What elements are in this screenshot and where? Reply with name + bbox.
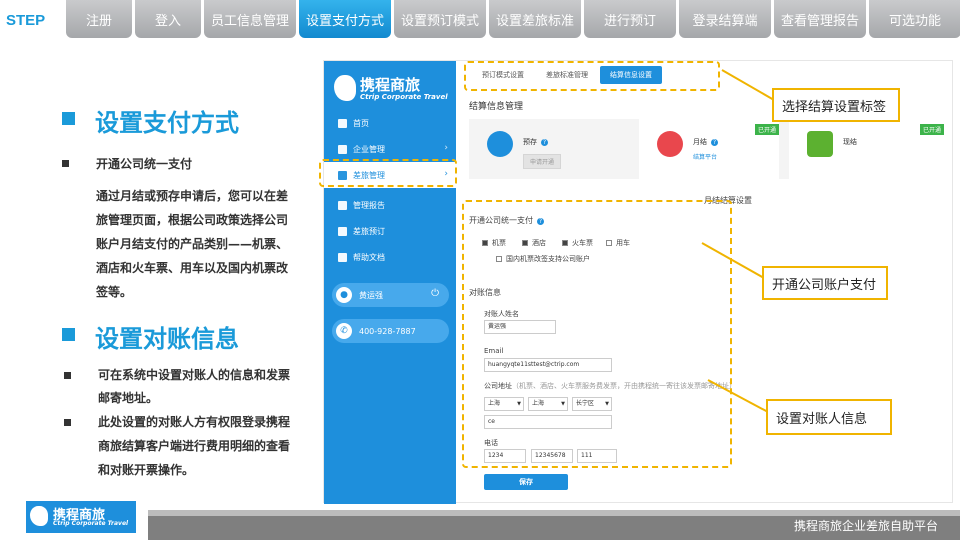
card-title-text: 月结 bbox=[693, 138, 707, 146]
callout-recon-info: 设置对账人信息 bbox=[766, 399, 892, 435]
user-name: 黄运强 bbox=[359, 290, 383, 300]
sidebar-item-label: 企业管理 bbox=[353, 144, 385, 154]
section1-bullet: 开通公司统一支付 bbox=[96, 157, 193, 171]
section2-title: 设置对账信息 bbox=[95, 325, 239, 353]
tab-travel-standard[interactable]: 设置差旅标准 bbox=[489, 0, 581, 38]
step-bar: STEP 注册 登入 员工信息管理 设置支付方式 设置预订模式 设置差旅标准 进… bbox=[0, 0, 960, 38]
card-prepaid: 预存? 申请开通 bbox=[469, 119, 627, 179]
card-cash: 现结 已开通 bbox=[789, 119, 944, 179]
section2-bullet2-line3: 和对账开票操作。 bbox=[98, 463, 195, 477]
sidebar: 携程商旅 Ctrip Corporate Travel 首页 企业管理 › 差旅… bbox=[324, 61, 456, 504]
section1-body-line3: 账户月结支付的产品类别——机票、 bbox=[96, 237, 289, 251]
sidebar-item-label: 管理报告 bbox=[353, 200, 385, 210]
section2-marker bbox=[62, 328, 75, 341]
bullet-icon bbox=[64, 372, 71, 379]
money-bag-icon bbox=[487, 131, 513, 157]
step-tabs: 注册 登入 员工信息管理 设置支付方式 设置预订模式 设置差旅标准 进行预订 登… bbox=[66, 0, 960, 38]
footer-logo: 携程商旅 Ctrip Corporate Travel bbox=[26, 501, 136, 533]
section2-bullet1-line1: 可在系统中设置对账人的信息和发票 bbox=[98, 368, 291, 382]
section1-body-line1: 通过月结或预存申请后，您可以在差 bbox=[96, 189, 289, 203]
apply-open-button[interactable]: 申请开通 bbox=[523, 154, 562, 169]
tab-payment-setup[interactable]: 设置支付方式 bbox=[299, 0, 391, 38]
help-icon[interactable]: ? bbox=[541, 139, 548, 146]
logo-main-text: 携程商旅 bbox=[360, 76, 421, 94]
settlement-platform-link[interactable]: 结算平台 bbox=[693, 152, 717, 161]
sidebar-item-label: 差旅预订 bbox=[353, 226, 385, 236]
tab-optional[interactable]: 可选功能 bbox=[869, 0, 960, 38]
tab-reports[interactable]: 查看管理报告 bbox=[774, 0, 866, 38]
settlement-mgmt-title: 结算信息管理 bbox=[469, 102, 524, 112]
app-logo: 携程商旅 Ctrip Corporate Travel bbox=[334, 73, 449, 109]
sidebar-item-booking[interactable]: 差旅预订 bbox=[324, 218, 456, 244]
section1-title: 设置支付方式 bbox=[95, 109, 239, 137]
tab-booking[interactable]: 进行预订 bbox=[584, 0, 676, 38]
chevron-right-icon: › bbox=[444, 143, 448, 153]
footer: 携程商旅 Ctrip Corporate Travel 携程商旅企业差旅自助平台 bbox=[0, 495, 960, 540]
section2-bullet2-line1: 此处设置的对账人方有权限登录携程 bbox=[98, 415, 291, 429]
dolphin-logo-icon bbox=[30, 506, 48, 526]
callout-account-pay: 开通公司账户支付 bbox=[762, 266, 888, 300]
footer-bar-accent bbox=[148, 510, 960, 516]
status-badge: 已开通 bbox=[919, 124, 944, 135]
bullet-icon bbox=[62, 160, 69, 167]
section1-marker bbox=[62, 112, 75, 125]
status-badge: 已开通 bbox=[754, 124, 779, 135]
form-highlight bbox=[462, 200, 732, 468]
save-button[interactable]: 保存 bbox=[484, 474, 568, 490]
calculator-icon bbox=[807, 131, 833, 157]
tab-settlement-login[interactable]: 登录结算端 bbox=[679, 0, 771, 38]
section1-body-line4: 酒店和火车票、用车以及国内机票改 bbox=[96, 261, 289, 275]
dolphin-logo-icon bbox=[334, 75, 356, 101]
subtab-highlight bbox=[464, 61, 720, 91]
step-label: STEP bbox=[6, 12, 46, 29]
sidebar-item-help[interactable]: 帮助文档 bbox=[324, 244, 456, 270]
sidebar-item-reports[interactable]: 管理报告 bbox=[324, 192, 456, 218]
home-icon bbox=[338, 118, 347, 128]
callout-tab-label: 选择结算设置标签 bbox=[772, 88, 900, 122]
logo-sub-text: Ctrip Corporate Travel bbox=[360, 93, 448, 101]
phone-pill: ✆ 400-928-7887 bbox=[332, 319, 449, 343]
report-icon bbox=[338, 200, 347, 210]
user-pill[interactable]: ● 黄运强 ⏻ bbox=[332, 283, 449, 307]
card-title-text: 预存 bbox=[523, 138, 537, 146]
tab-login[interactable]: 登入 bbox=[135, 0, 201, 38]
help-icon[interactable]: ? bbox=[711, 139, 718, 146]
section1-body-line5: 签等。 bbox=[96, 285, 133, 299]
footer-platform-text: 携程商旅企业差旅自助平台 bbox=[793, 519, 938, 533]
bullet-icon bbox=[64, 419, 71, 426]
section2-bullet1-line2: 邮寄地址。 bbox=[98, 391, 159, 405]
power-icon[interactable]: ⏻ bbox=[431, 288, 439, 299]
sidebar-item-home[interactable]: 首页 bbox=[324, 110, 456, 136]
nav-highlight bbox=[319, 159, 457, 187]
section1-body-line2: 旅管理页面，根据公司政策选择公司 bbox=[96, 213, 289, 227]
section2-bullet2-line2: 商旅结算客户端进行费用明细的查看 bbox=[98, 439, 291, 453]
tab-employee-info[interactable]: 员工信息管理 bbox=[204, 0, 296, 38]
book-icon bbox=[338, 252, 347, 262]
sidebar-item-label: 首页 bbox=[353, 118, 369, 128]
booking-icon bbox=[338, 226, 347, 236]
phone-number: 400-928-7887 bbox=[359, 326, 416, 336]
tab-register[interactable]: 注册 bbox=[66, 0, 132, 38]
calendar-icon bbox=[657, 131, 683, 157]
settlement-cards: 预存? 申请开通 月结? 结算平台 已开通 现结 已开通 bbox=[469, 119, 944, 179]
card-monthly: 月结? 结算平台 已开通 bbox=[639, 119, 779, 179]
avatar: ● bbox=[336, 287, 352, 303]
sidebar-item-label: 帮助文档 bbox=[353, 252, 385, 262]
card-title: 月结? bbox=[693, 137, 718, 147]
card-title: 预存? bbox=[523, 137, 548, 147]
phone-icon: ✆ bbox=[336, 323, 352, 339]
footer-logo-sub: Ctrip Corporate Travel bbox=[53, 520, 129, 527]
tab-booking-mode[interactable]: 设置预订模式 bbox=[394, 0, 486, 38]
card-title-text: 现结 bbox=[843, 138, 857, 146]
users-icon bbox=[338, 144, 347, 154]
